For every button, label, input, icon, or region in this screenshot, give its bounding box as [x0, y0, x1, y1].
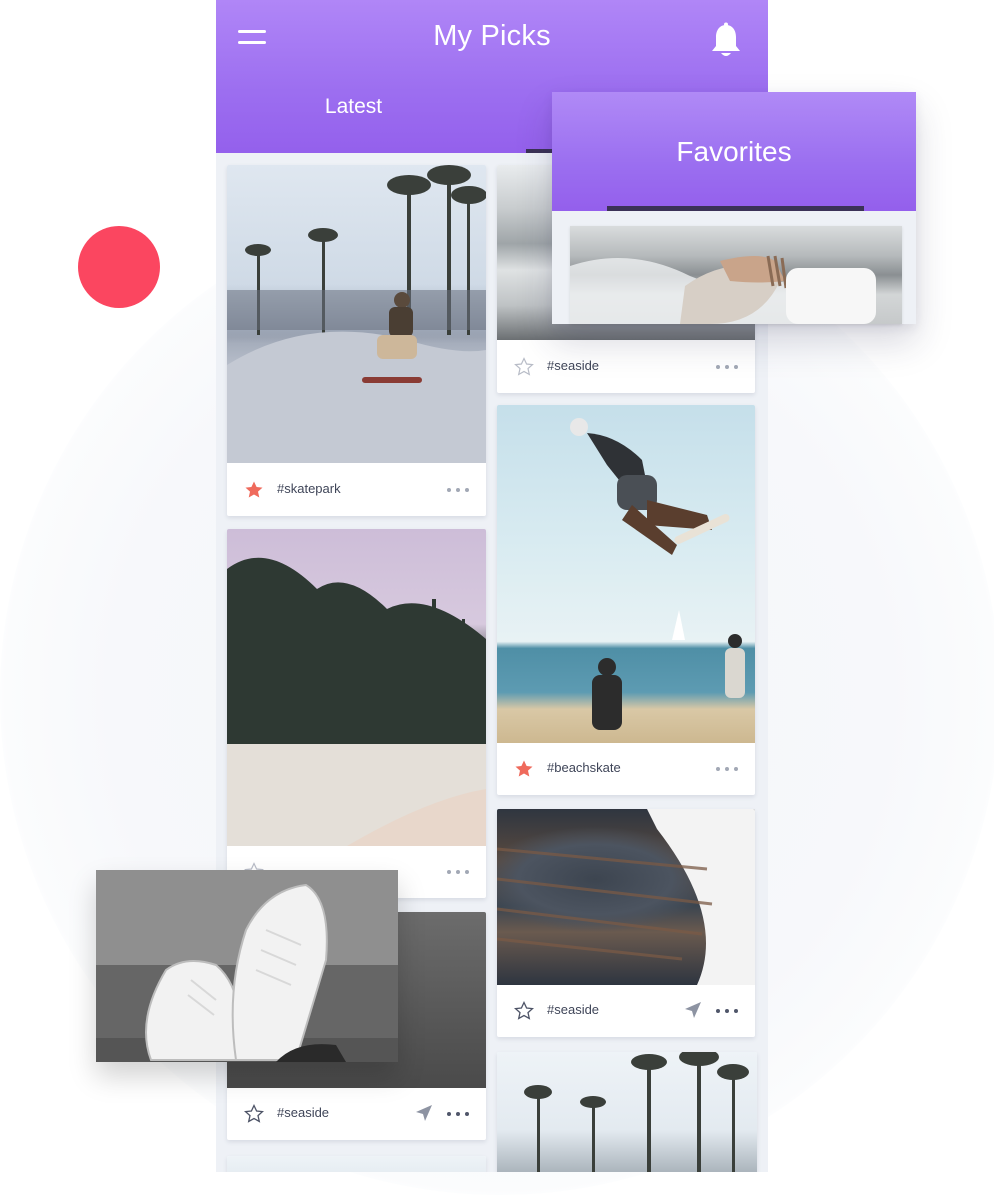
- sneakers-illustration: [96, 870, 398, 1062]
- bell-icon[interactable]: [708, 22, 744, 60]
- star-filled-icon[interactable]: [244, 480, 264, 500]
- skater-illustration: [227, 165, 486, 463]
- page-title: My Picks: [433, 20, 551, 52]
- palm-beach-illustration: [227, 557, 486, 846]
- feed-card[interactable]: #skatepark: [227, 165, 486, 516]
- star-filled-icon[interactable]: [514, 759, 534, 779]
- more-dots-icon[interactable]: [447, 488, 469, 493]
- card-tag[interactable]: #seaside: [547, 1002, 599, 1017]
- sneakers-photo[interactable]: [96, 870, 398, 1062]
- card-tag[interactable]: #seaside: [547, 358, 599, 373]
- card-footer: #beachskate: [497, 743, 755, 795]
- more-dots-icon[interactable]: [716, 1009, 738, 1014]
- star-outline-icon[interactable]: [514, 1001, 534, 1021]
- feed-card[interactable]: [227, 529, 486, 898]
- card-photo[interactable]: [227, 529, 486, 846]
- books-illustration: [497, 809, 755, 985]
- more-dots-icon[interactable]: [716, 365, 738, 370]
- card-tag[interactable]: #seaside: [277, 1105, 329, 1120]
- feed-card[interactable]: #seaside: [497, 809, 755, 1037]
- more-dots-icon[interactable]: [716, 767, 738, 772]
- card-tag[interactable]: #skatepark: [277, 481, 341, 496]
- favorites-panel: Favorites: [552, 92, 916, 324]
- card-footer: #seaside: [497, 341, 755, 393]
- card-photo[interactable]: [227, 1156, 486, 1172]
- send-icon[interactable]: [414, 1103, 434, 1123]
- favorites-header: Favorites: [552, 92, 916, 211]
- feed-card[interactable]: #beachskate: [497, 405, 755, 795]
- palms-illustration: [524, 1052, 749, 1172]
- card-photo[interactable]: [497, 405, 755, 743]
- card-tag[interactable]: #beachskate: [547, 760, 621, 775]
- favorites-body: [552, 211, 916, 324]
- tab-latest[interactable]: Latest: [296, 95, 411, 119]
- card-photo[interactable]: [497, 1052, 757, 1172]
- accent-dot: [78, 226, 160, 308]
- card-photo[interactable]: [497, 809, 755, 985]
- card-footer: #seaside: [227, 1088, 486, 1140]
- beach-skater-illustration: [570, 418, 745, 730]
- wave-hand-illustration: [570, 255, 876, 324]
- feed-card[interactable]: [497, 1052, 757, 1172]
- card-footer: #seaside: [497, 985, 755, 1037]
- tab-favorites[interactable]: Favorites: [552, 136, 916, 168]
- card-footer: #skatepark: [227, 464, 486, 516]
- card-photo[interactable]: [227, 165, 486, 463]
- star-outline-icon[interactable]: [244, 1104, 264, 1124]
- send-icon[interactable]: [683, 1000, 703, 1020]
- feed-card[interactable]: [227, 1156, 486, 1172]
- star-outline-icon[interactable]: [514, 357, 534, 377]
- more-dots-icon[interactable]: [447, 1112, 469, 1117]
- more-dots-icon[interactable]: [447, 870, 469, 875]
- favorites-photo[interactable]: [570, 226, 902, 324]
